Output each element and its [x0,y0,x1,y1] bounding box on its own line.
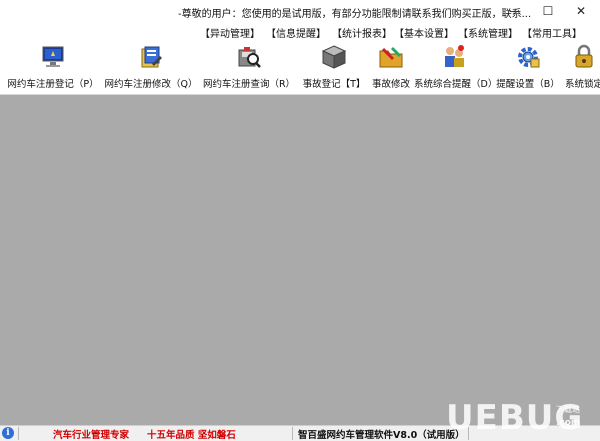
system-reminder-label: 系统综合提醒（D） [414,79,498,90]
query-registration-label: 网约车注册查询（R） [202,79,296,90]
status-divider [18,427,19,440]
system-lock-label: 系统锁定 [564,79,600,90]
menu-common-tools[interactable]: 【常用工具】 [522,25,582,40]
register-button-label: 网约车注册登记（P） [7,79,99,90]
disk-search-icon [238,47,261,68]
cube-icon [321,45,347,69]
folder-edit-icon [379,46,403,68]
menu-statistics-report[interactable]: 【统计报表】 [332,25,392,40]
maximize-button[interactable]: ☐ [533,0,563,22]
gear-icon [518,47,540,68]
accident-register-button[interactable]: 事故登记【T】 [300,44,368,92]
reminder-settings-button[interactable]: 提醒设置（B） [496,44,560,92]
reminder-settings-label: 提醒设置（B） [496,79,560,90]
edit-doc-icon [141,46,162,68]
register-button[interactable]: 网约车注册登记（P） [6,44,100,92]
system-lock-button[interactable]: 系统锁定 [564,44,600,92]
modify-registration-label: 网约车注册修改（Q） [104,79,198,90]
lock-icon [575,44,593,68]
watermark-sub: 下载站 [556,405,580,414]
status-slogan-2: 十五年品质 坚如磐石 [147,430,236,441]
accident-modify-button[interactable]: 事故修改 [370,44,412,92]
menu-system-management[interactable]: 【系统管理】 [458,25,518,40]
menu-info-reminder[interactable]: 【信息提醒】 [266,25,326,40]
accident-register-label: 事故登记【T】 [302,79,366,90]
monitor-icon [42,46,64,67]
watermark-domain: .com [556,418,581,428]
mdi-workspace[interactable] [0,95,600,425]
status-divider [292,427,293,440]
window-title: -尊敬的用户：您使用的是试用版，有部分功能限制请联系我们购买正版，联系... [178,9,532,20]
system-reminder-button[interactable]: 系统综合提醒（D） [414,44,498,92]
info-icon: i [2,427,14,439]
close-button[interactable]: ✕ [566,0,596,22]
modify-registration-button[interactable]: 网约车注册修改（Q） [104,44,198,92]
title-bar: -尊敬的用户：您使用的是试用版，有部分功能限制请联系我们购买正版，联系... —… [0,0,600,22]
menu-anomaly-management[interactable]: 【异动管理】 [200,25,260,40]
menu-bar: 【异动管理】 【信息提醒】 【统计报表】 【基本设置】 【系统管理】 【常用工具… [0,22,600,42]
status-slogan-1: 汽车行业管理专家 [53,430,130,441]
toolbar: 网约车注册登记（P） 网约车注册修改（Q） 网约车注册查询（R） 事故登记【T】 [0,42,600,95]
query-registration-button[interactable]: 网约车注册查询（R） [202,44,296,92]
accident-modify-label: 事故修改 [371,79,410,90]
minimize-button[interactable]: — [500,0,530,22]
status-product-name: 智百盛网约车管理软件V8.0（试用版） [298,430,465,441]
menu-basic-settings[interactable]: 【基本设置】 [394,25,454,40]
people-alert-icon [445,45,464,67]
